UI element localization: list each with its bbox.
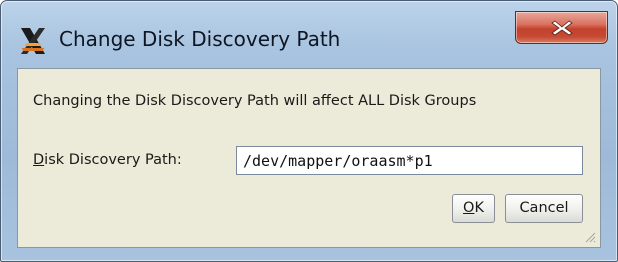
- path-label-text: isk Discovery Path:: [44, 152, 182, 168]
- dialog-body: Changing the Disk Discovery Path will af…: [17, 68, 601, 248]
- close-icon: [551, 20, 573, 36]
- window-title: Change Disk Discovery Path: [59, 27, 341, 51]
- disk-discovery-path-input[interactable]: [236, 146, 583, 175]
- path-label: Disk Discovery Path:: [33, 152, 182, 168]
- close-button[interactable]: [515, 11, 608, 44]
- x-window-app-icon: [21, 28, 45, 54]
- ok-mnemonic: O: [463, 200, 475, 216]
- ok-label: K: [474, 200, 484, 216]
- resize-grip-icon[interactable]: [584, 231, 596, 243]
- title-bar[interactable]: Change Disk Discovery Path: [1, 1, 617, 71]
- dialog-window: Change Disk Discovery Path Changing the …: [0, 0, 618, 262]
- cancel-button[interactable]: Cancel: [505, 194, 583, 223]
- warning-message: Changing the Disk Discovery Path will af…: [33, 93, 477, 109]
- ok-button[interactable]: OK: [452, 194, 495, 223]
- path-label-mnemonic: D: [33, 152, 45, 168]
